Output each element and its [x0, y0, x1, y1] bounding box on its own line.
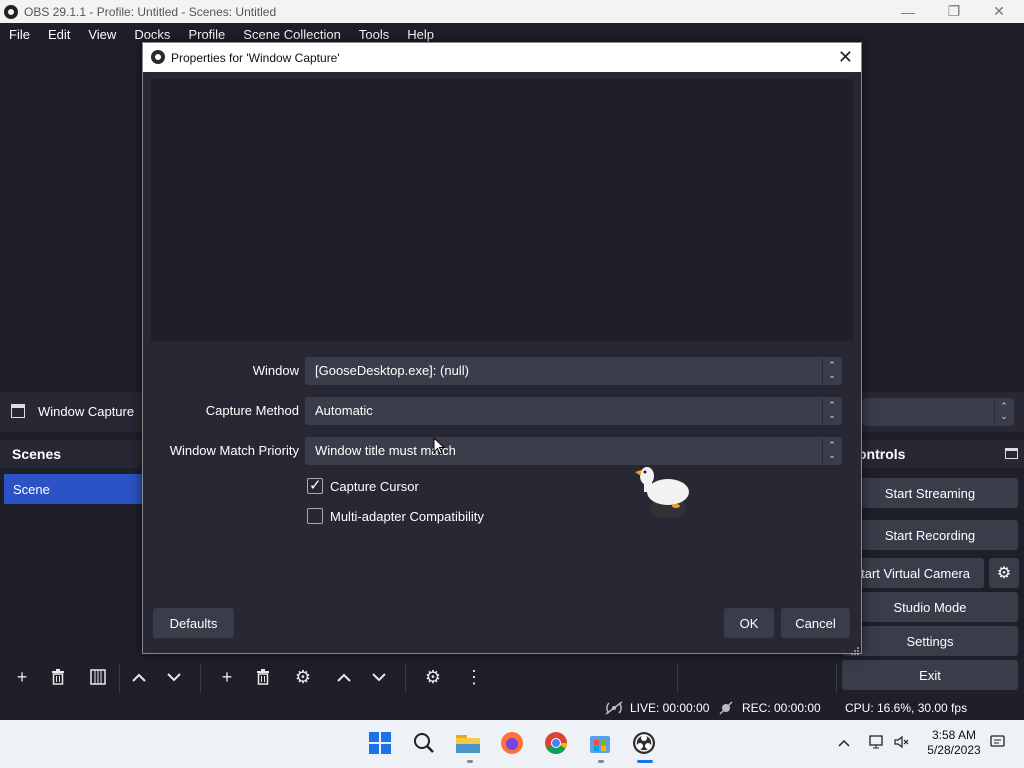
dialog-close-icon[interactable]: ✕ [838, 47, 853, 68]
start-recording-button[interactable]: Start Recording [842, 520, 1018, 550]
obs-icon[interactable] [631, 730, 657, 756]
network-icon[interactable] [868, 734, 884, 753]
undock-icon[interactable] [1005, 448, 1018, 459]
window-label: Window [252, 363, 299, 378]
multi-adapter-checkbox[interactable] [307, 508, 323, 524]
cpu-fps-readout: CPU: 16.6%, 30.00 fps [845, 701, 968, 715]
move-source-up-chevron-icon[interactable] [330, 663, 358, 691]
capture-cursor-checkbox[interactable] [307, 476, 323, 494]
properties-dialog: Properties for 'Window Capture' ✕ Window… [142, 42, 862, 655]
resize-grip-icon[interactable] [851, 643, 859, 655]
window-match-priority-label: Window Match Priority [169, 443, 299, 458]
scenes-title: Scenes [12, 446, 62, 462]
start-streaming-button[interactable]: Start Streaming [842, 478, 1018, 508]
taskbar-running-indicator [467, 760, 473, 763]
rec-timer: REC: 00:00:00 [742, 701, 821, 715]
search-icon[interactable] [411, 730, 437, 756]
volume-muted-icon[interactable] [894, 734, 910, 753]
studio-mode-button[interactable]: Studio Mode [842, 592, 1018, 622]
close-window-button[interactable]: ✕ [976, 0, 1022, 23]
window-titlebar: OBS 29.1.1 - Profile: Untitled - Scenes:… [0, 0, 1024, 23]
updown-arrows-icon: ⌃ ⌄ [1000, 401, 1008, 421]
scenes-dock-header: Scenes [0, 440, 142, 468]
mouse-cursor-icon [433, 436, 446, 458]
virtual-camera-settings-gear-icon[interactable]: ⚙ [989, 558, 1019, 588]
menu-file[interactable]: File [0, 23, 39, 47]
taskbar-clock[interactable]: 3:58 AM 5/28/2023 [922, 728, 986, 758]
settings-button[interactable]: Settings [842, 626, 1018, 656]
controls-title: ontrols [858, 446, 906, 462]
scene-list-item[interactable]: Scene [4, 474, 142, 504]
move-source-down-chevron-icon[interactable] [365, 663, 393, 691]
live-broadcast-icon [604, 701, 624, 718]
updown-arrows-icon: ⌃ ⌄ [828, 360, 836, 380]
controls-dock-header: ontrols [840, 440, 1024, 468]
firefox-icon[interactable] [499, 730, 525, 756]
taskbar-active-indicator [637, 760, 653, 763]
ok-button[interactable]: OK [724, 608, 774, 638]
maximize-button[interactable]: ❐ [931, 0, 977, 23]
remove-scene-trash-icon[interactable] [44, 663, 72, 691]
clock-date: 5/28/2023 [927, 743, 981, 757]
chrome-icon[interactable] [543, 730, 569, 756]
remove-source-trash-icon[interactable] [249, 663, 277, 691]
menu-edit[interactable]: Edit [39, 23, 79, 47]
move-scene-down-chevron-icon[interactable] [160, 663, 188, 691]
clock-time: 3:58 AM [931, 728, 977, 742]
audio-mixer-menu-kebab-icon[interactable]: ⋮ [460, 663, 488, 691]
store-icon[interactable] [587, 730, 613, 756]
add-source-plus-icon[interactable]: + [213, 663, 241, 691]
desktop-goose-icon [632, 462, 694, 522]
move-scene-up-chevron-icon[interactable] [125, 663, 153, 691]
scene-item-label: Scene [13, 482, 50, 497]
notifications-icon[interactable] [990, 734, 1006, 753]
dialog-title: Properties for 'Window Capture' [171, 51, 340, 65]
defaults-button[interactable]: Defaults [153, 608, 234, 638]
taskbar-running-indicator [598, 760, 604, 763]
selected-source-label: Window Capture [38, 404, 135, 419]
tray-chevron-up-icon[interactable] [838, 734, 850, 750]
capture-method-label: Capture Method [205, 403, 299, 418]
window-title: OBS 29.1.1 - Profile: Untitled - Scenes:… [24, 4, 277, 19]
capture-cursor-label[interactable]: Capture Cursor [330, 479, 419, 494]
source-property-select[interactable]: ⌃ ⌄ [862, 398, 1014, 426]
window-select[interactable]: [GooseDesktop.exe]: (null) ⌃ ⌄ [305, 357, 842, 385]
menu-view[interactable]: View [79, 23, 125, 47]
capture-preview [151, 79, 853, 341]
cancel-button[interactable]: Cancel [781, 608, 850, 638]
add-scene-plus-icon[interactable]: + [8, 663, 36, 691]
updown-arrows-icon: ⌃ ⌄ [828, 440, 836, 460]
live-timer: LIVE: 00:00:00 [630, 701, 710, 715]
start-icon[interactable] [367, 730, 393, 756]
window-source-icon [11, 404, 25, 418]
capture-method-value: Automatic [315, 403, 373, 418]
start-virtual-camera-button[interactable]: tart Virtual Camera [842, 558, 984, 588]
status-bar: LIVE: 00:00:00 REC: 00:00:00 CPU: 16.6%,… [0, 696, 1024, 720]
source-properties-gear-icon[interactable]: ⚙ [289, 663, 317, 691]
minimize-button[interactable]: — [885, 0, 931, 23]
record-status-icon [719, 701, 733, 718]
updown-arrows-icon: ⌃ ⌄ [828, 400, 836, 420]
capture-method-select[interactable]: Automatic ⌃ ⌄ [305, 397, 842, 425]
dialog-titlebar: Properties for 'Window Capture' ✕ [143, 43, 861, 72]
window-match-priority-select[interactable]: Window title must match ⌃ ⌄ [305, 437, 842, 465]
obs-app-icon [4, 4, 18, 19]
scene-filters-icon[interactable] [84, 663, 112, 691]
exit-button[interactable]: Exit [842, 660, 1018, 690]
window-select-value: [GooseDesktop.exe]: (null) [315, 363, 469, 378]
file-explorer-icon[interactable] [455, 730, 481, 756]
multi-adapter-label[interactable]: Multi-adapter Compatibility [330, 509, 484, 524]
audio-mixer-settings-gears-icon[interactable]: ⚙ [419, 663, 447, 691]
obs-dialog-icon [151, 50, 165, 64]
